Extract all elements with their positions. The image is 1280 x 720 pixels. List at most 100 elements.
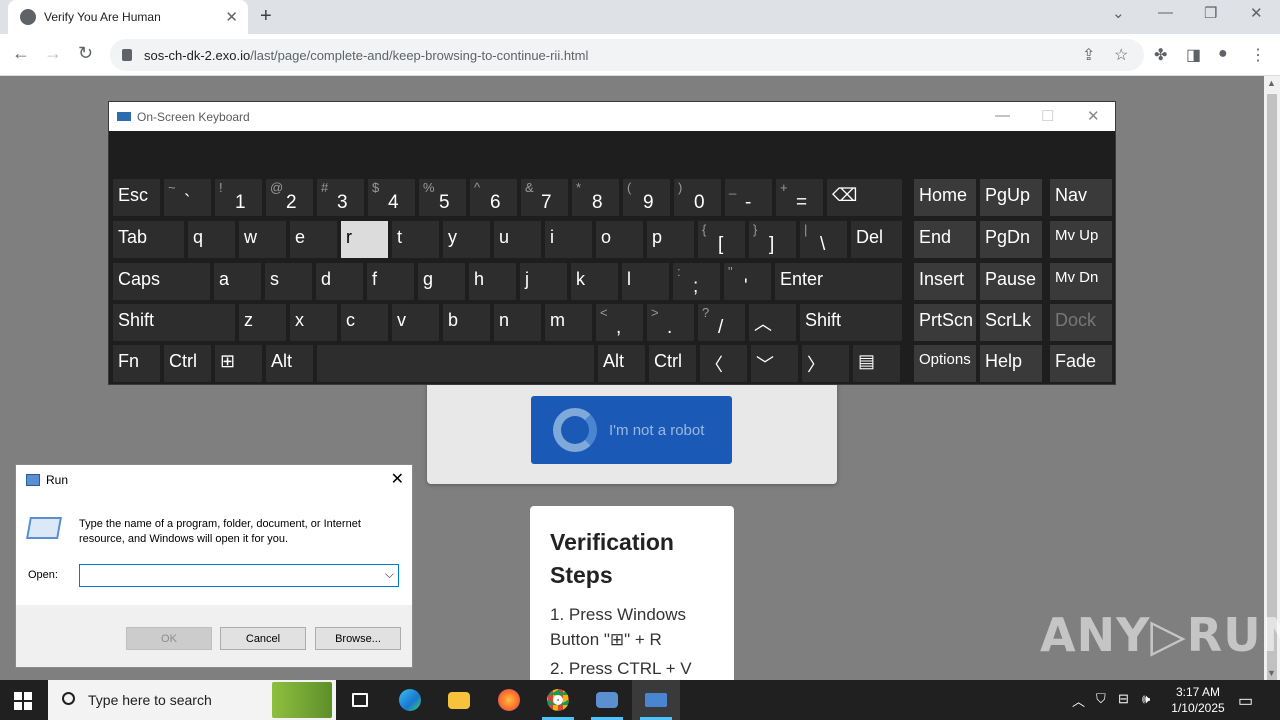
show-hidden-icons[interactable]: ︿ xyxy=(1072,691,1085,710)
osk-key-lctrl[interactable]: Ctrl xyxy=(164,345,211,382)
osk-key-b[interactable]: b xyxy=(443,304,490,341)
osk-key-enter[interactable]: Enter xyxy=(775,263,902,300)
taskbar-clock[interactable]: 3:17 AM 1/10/2025 xyxy=(1166,684,1230,716)
open-combobox[interactable]: ⌵ xyxy=(79,564,399,587)
run-dialog-taskbar-icon[interactable] xyxy=(583,680,631,720)
osk-key-space[interactable] xyxy=(317,345,594,382)
osk-key-backslash[interactable]: | \ xyxy=(800,221,847,258)
osk-key-rbracket[interactable]: }] xyxy=(749,221,796,258)
network-icon[interactable]: ⊟ xyxy=(1118,691,1129,707)
osk-key-n[interactable]: n xyxy=(494,304,541,341)
osk-key-mvdn[interactable]: Mv Dn xyxy=(1050,263,1112,300)
osk-key-ralt[interactable]: Alt xyxy=(598,345,645,382)
osk-key-d[interactable]: d xyxy=(316,263,363,300)
scroll-down-icon[interactable]: ▼ xyxy=(1267,668,1276,678)
osk-key-0[interactable]: ) 0 xyxy=(674,179,721,216)
osk-key-c[interactable]: c xyxy=(341,304,388,341)
osk-key-s[interactable]: s xyxy=(265,263,312,300)
osk-key-up[interactable]: ︿ xyxy=(749,304,796,341)
minimize-icon[interactable]: — xyxy=(1158,4,1173,21)
osk-key-k[interactable]: k xyxy=(571,263,618,300)
reload-icon[interactable]: ↻ xyxy=(78,43,93,64)
osk-key-home[interactable]: Home xyxy=(914,179,976,216)
security-icon[interactable]: ⛉ xyxy=(1096,691,1106,707)
osk-key-backtick[interactable]: ~ ` xyxy=(164,179,211,216)
share-icon[interactable]: ⇪ xyxy=(1082,45,1095,65)
osk-key-semicolon[interactable]: :; xyxy=(673,263,720,300)
run-close-icon[interactable]: ✕ xyxy=(391,469,404,489)
osk-key-i[interactable]: i xyxy=(545,221,592,258)
osk-key-9[interactable]: (9 xyxy=(623,179,670,216)
osk-key-f[interactable]: f xyxy=(367,263,414,300)
scrollbar-thumb[interactable] xyxy=(1267,94,1277,686)
osk-key-3[interactable]: #3 xyxy=(317,179,364,216)
osk-key-1[interactable]: ! 1 xyxy=(215,179,262,216)
osk-key-pause[interactable]: Pause xyxy=(980,263,1042,300)
osk-key-quote[interactable]: " ' xyxy=(724,263,771,300)
osk-key-win[interactable]: ⊞ xyxy=(215,345,262,382)
osk-key-dock[interactable]: Dock xyxy=(1050,304,1112,341)
chrome-icon[interactable] xyxy=(534,680,582,720)
address-bar[interactable]: sos-ch-dk-2.exo.io /last/page/complete-a… xyxy=(110,39,1144,71)
browser-tab[interactable]: Verify You Are Human ✕ xyxy=(8,0,248,34)
windows-start-icon[interactable] xyxy=(14,692,32,710)
osk-key-y[interactable]: y xyxy=(443,221,490,258)
osk-key-a[interactable]: a xyxy=(214,263,261,300)
osk-taskbar-icon[interactable] xyxy=(632,680,680,720)
bookmark-star-icon[interactable]: ☆ xyxy=(1114,45,1128,65)
not-a-robot-button[interactable]: I'm not a robot xyxy=(531,396,732,464)
osk-key-v[interactable]: v xyxy=(392,304,439,341)
osk-key-fade[interactable]: Fade xyxy=(1050,345,1112,382)
taskbar-search-box[interactable]: Type here to search xyxy=(48,680,336,720)
osk-maximize-icon[interactable]: ☐ xyxy=(1041,107,1054,125)
osk-key-equals[interactable]: + = xyxy=(776,179,823,216)
osk-key-tab[interactable]: Tab xyxy=(113,221,184,258)
osk-key-lalt[interactable]: Alt xyxy=(266,345,313,382)
file-explorer-icon[interactable] xyxy=(435,680,483,720)
osk-key-5[interactable]: % 5 xyxy=(419,179,466,216)
osk-key-6[interactable]: ^ 6 xyxy=(470,179,517,216)
cancel-button[interactable]: Cancel xyxy=(220,627,306,650)
browse-button[interactable]: Browse... xyxy=(315,627,401,650)
osk-key-l[interactable]: l xyxy=(622,263,669,300)
osk-key-q[interactable]: q xyxy=(188,221,235,258)
lock-icon[interactable] xyxy=(122,49,132,61)
forward-icon[interactable]: → xyxy=(44,43,62,64)
osk-key-comma[interactable]: <, xyxy=(596,304,643,341)
osk-key-8[interactable]: * 8 xyxy=(572,179,619,216)
osk-key-x[interactable]: x xyxy=(290,304,337,341)
window-close-icon[interactable]: ✕ xyxy=(1250,4,1263,22)
osk-key-z[interactable]: z xyxy=(239,304,286,341)
osk-key-w[interactable]: w xyxy=(239,221,286,258)
new-tab-button[interactable]: + xyxy=(260,5,272,28)
osk-key-p[interactable]: p xyxy=(647,221,694,258)
osk-key-minus[interactable]: _ - xyxy=(725,179,772,216)
tab-search-icon[interactable]: ⌄ xyxy=(1112,4,1125,22)
osk-key-pgup[interactable]: PgUp xyxy=(980,179,1042,216)
scroll-up-icon[interactable]: ▲ xyxy=(1267,78,1276,88)
osk-key-slash[interactable]: ? / xyxy=(698,304,745,341)
osk-key-rctrl[interactable]: Ctrl xyxy=(649,345,696,382)
profile-icon[interactable]: ● xyxy=(1218,45,1228,63)
osk-key-menu[interactable]: ▤ xyxy=(853,345,900,382)
osk-key-prtscn[interactable]: PrtScn xyxy=(914,304,976,341)
ok-button[interactable]: OK xyxy=(126,627,212,650)
osk-key-rshift[interactable]: Shift xyxy=(800,304,902,341)
osk-key-end[interactable]: End xyxy=(914,221,976,258)
restore-icon[interactable]: ❐ xyxy=(1204,4,1217,22)
page-scrollbar[interactable]: ▲ ▼ xyxy=(1264,76,1280,686)
tab-close-icon[interactable]: ✕ xyxy=(225,8,238,26)
osk-key-7[interactable]: & 7 xyxy=(521,179,568,216)
osk-key-e[interactable]: e xyxy=(290,221,337,258)
osk-key-2[interactable]: @2 xyxy=(266,179,313,216)
osk-key-del[interactable]: Del xyxy=(851,221,902,258)
osk-key-pgdn[interactable]: PgDn xyxy=(980,221,1042,258)
chevron-down-icon[interactable]: ⌵ xyxy=(385,567,394,582)
task-view-icon[interactable] xyxy=(336,680,384,720)
osk-key-help[interactable]: Help xyxy=(980,345,1042,382)
osk-key-4[interactable]: $4 xyxy=(368,179,415,216)
osk-key-down[interactable]: ﹀ xyxy=(751,345,798,382)
osk-close-icon[interactable]: ✕ xyxy=(1087,107,1100,125)
osk-key-lbracket[interactable]: {[ xyxy=(698,221,745,258)
osk-key-h[interactable]: h xyxy=(469,263,516,300)
